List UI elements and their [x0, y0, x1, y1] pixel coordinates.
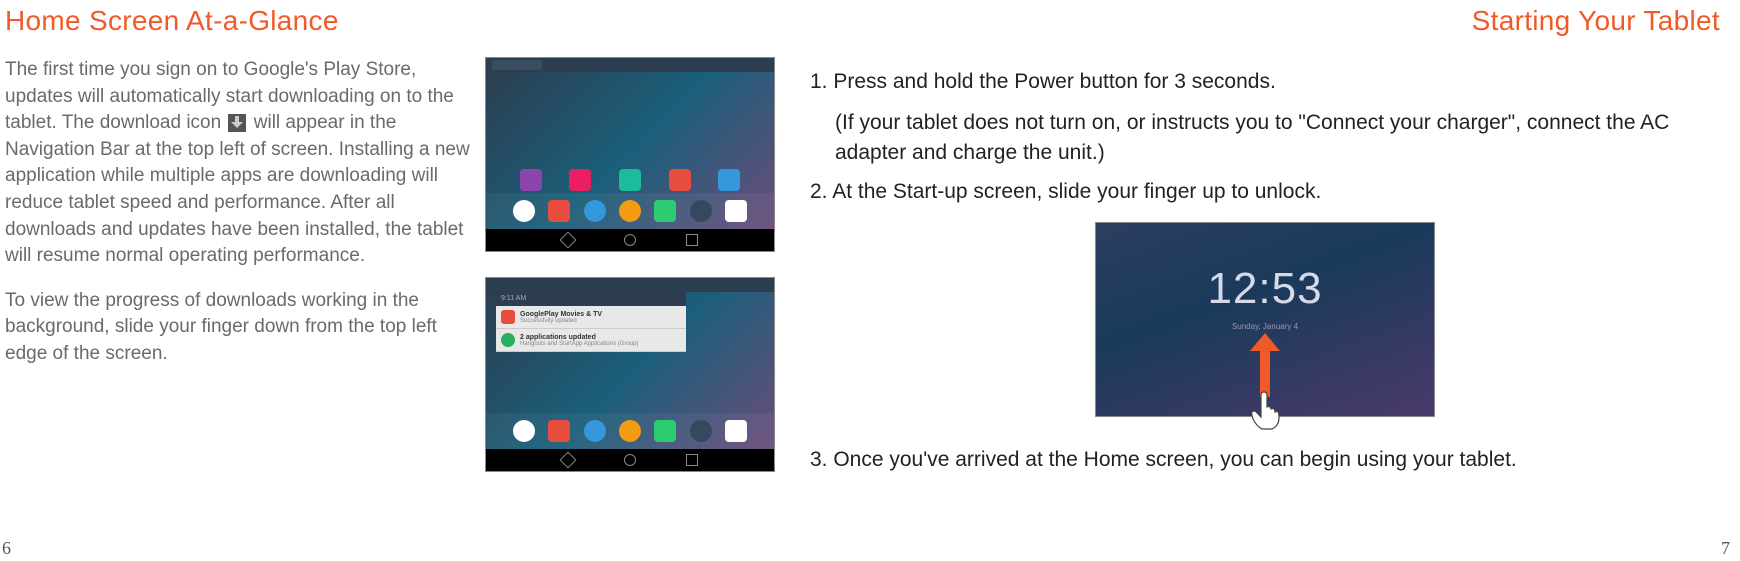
download-icon	[228, 114, 246, 132]
app-icon	[520, 169, 542, 191]
notif-subtitle: Successfully updated	[520, 318, 681, 324]
dock-icon	[690, 420, 712, 442]
notification-screenshot: 9:11 AM GooglePlay Movies & TV Successfu…	[485, 277, 775, 472]
left-image-column: 9:11 AM GooglePlay Movies & TV Successfu…	[470, 57, 770, 472]
page-number-right: 7	[1721, 538, 1730, 559]
dock-icon	[548, 420, 570, 442]
step-1-line1: 1. Press and hold the Power button for 3…	[810, 70, 1276, 93]
step-1-sub: (If your tablet does not turn on, or ins…	[810, 108, 1720, 167]
lock-screen-screenshot: 12:53 Sunday, January 4	[1095, 222, 1435, 417]
app-icon	[619, 169, 641, 191]
step-3: 3. Once you've arrived at the Home scree…	[810, 445, 1720, 474]
step-1: 1. Press and hold the Power button for 3…	[810, 67, 1720, 96]
notification-panel: 9:11 AM GooglePlay Movies & TV Successfu…	[496, 292, 686, 352]
dock-icon	[725, 420, 747, 442]
dock-icon	[548, 200, 570, 222]
left-body: The first time you sign on to Google's P…	[0, 37, 790, 472]
recent-nav-icon	[686, 234, 698, 246]
back-nav-icon	[560, 232, 577, 249]
right-heading: Starting Your Tablet	[790, 0, 1740, 37]
left-heading: Home Screen At-a-Glance	[0, 0, 790, 37]
status-bar	[486, 58, 774, 72]
right-content: 1. Press and hold the Power button for 3…	[790, 37, 1740, 474]
lock-time: 12:53	[1096, 223, 1434, 320]
back-nav-icon	[560, 452, 577, 469]
nav-bar	[486, 449, 774, 471]
arrow-up-icon	[1260, 347, 1270, 397]
notification-row: 2 applications updated Hangouts and Star…	[496, 329, 686, 352]
lock-screen-wrap: 12:53 Sunday, January 4	[810, 222, 1720, 417]
hand-pointer-icon	[1247, 391, 1283, 431]
arrow-head-icon	[1250, 333, 1280, 351]
notif-text: 2 applications updated Hangouts and Star…	[520, 334, 681, 347]
app-icon	[569, 169, 591, 191]
dock-icon	[513, 200, 535, 222]
dock-icon	[619, 200, 641, 222]
dock-icon	[690, 200, 712, 222]
app-row	[486, 169, 774, 191]
paragraph-1: The first time you sign on to Google's P…	[5, 57, 470, 270]
dock-icon	[513, 420, 535, 442]
dock-icon	[584, 200, 606, 222]
left-page: Home Screen At-a-Glance The first time y…	[0, 0, 790, 561]
page-number-left: 6	[2, 538, 11, 559]
dock	[486, 413, 774, 449]
notif-title: 2 applications updated	[520, 334, 681, 341]
dock-icon	[654, 420, 676, 442]
nav-bar	[486, 229, 774, 251]
lock-date: Sunday, January 4	[1096, 321, 1434, 332]
dock	[486, 193, 774, 229]
notif-time-header: 9:11 AM	[496, 292, 686, 306]
left-text-column: The first time you sign on to Google's P…	[5, 57, 470, 472]
swipe-up-indicator	[1247, 347, 1283, 431]
dock-icon	[619, 420, 641, 442]
right-page: Starting Your Tablet 1. Press and hold t…	[790, 0, 1740, 561]
status-bar	[486, 278, 774, 292]
dock-icon	[584, 420, 606, 442]
play-movies-icon	[501, 310, 515, 324]
notif-title: GooglePlay Movies & TV	[520, 311, 681, 318]
app-icon	[669, 169, 691, 191]
step-2: 2. At the Start-up screen, slide your fi…	[810, 177, 1720, 206]
app-icon	[718, 169, 740, 191]
notification-row: GooglePlay Movies & TV Successfully upda…	[496, 306, 686, 329]
home-nav-icon	[624, 454, 636, 466]
home-screen-screenshot	[485, 57, 775, 252]
notif-subtitle: Hangouts and StartApp Applications (Grou…	[520, 341, 681, 347]
paragraph-2: To view the progress of downloads workin…	[5, 288, 470, 368]
search-pill	[492, 60, 542, 70]
dock-icon	[654, 200, 676, 222]
home-nav-icon	[624, 234, 636, 246]
recent-nav-icon	[686, 454, 698, 466]
dock-icon	[725, 200, 747, 222]
updates-icon	[501, 333, 515, 347]
para1-text-b: will appear in the Navigation Bar at the…	[5, 112, 470, 266]
notif-text: GooglePlay Movies & TV Successfully upda…	[520, 311, 681, 324]
